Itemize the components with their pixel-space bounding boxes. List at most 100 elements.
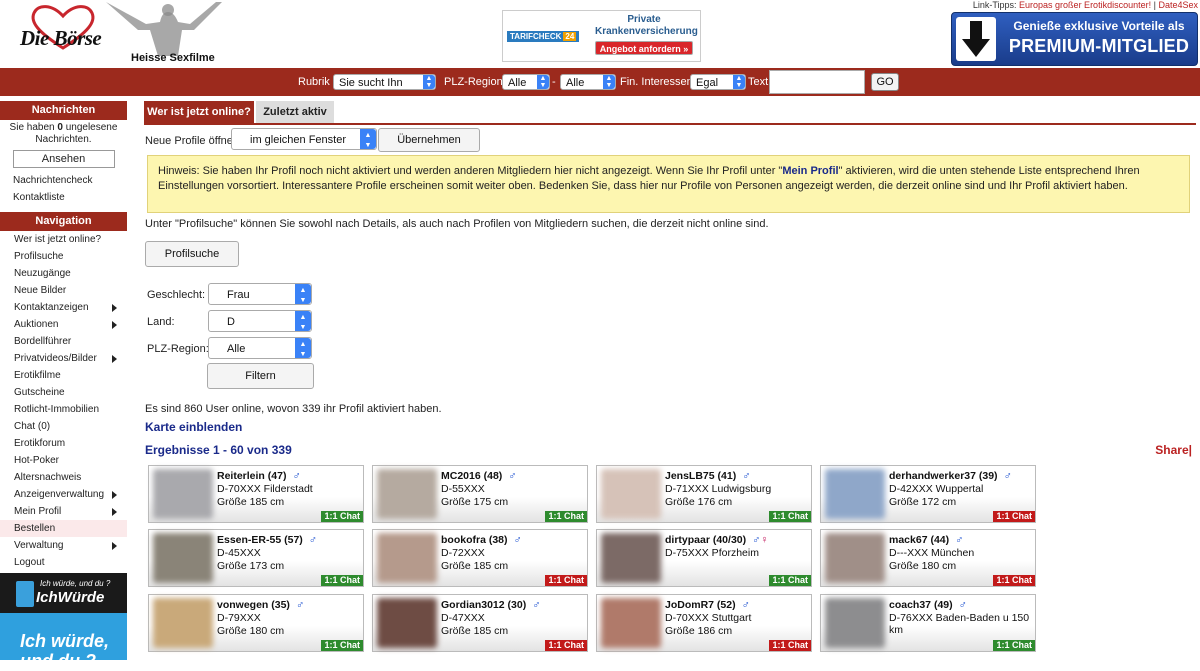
sidebar-item[interactable]: Kontaktanzeigen (0, 299, 127, 316)
site-logo[interactable]: Die Börse (18, 4, 108, 62)
profile-card[interactable]: MC2016 (48) ♂ D-55XXX Größe 175 cm 1:1 Chat (372, 465, 588, 523)
profile-card[interactable]: bookofra (38) ♂ D-72XXX Größe 185 cm 1:1 Cha… (372, 529, 588, 587)
link-tip-date4sex[interactable]: Date4Sex (1158, 0, 1198, 10)
profile-card[interactable]: dirtypaar (40/30) ♂♀ D-75XXX Pforzheim 1:1 … (596, 529, 812, 587)
premium-membership-banner[interactable]: Genieße exklusive Vorteile als PREMIUM-M… (951, 12, 1198, 66)
chat-button[interactable]: 1:1 Chat (321, 511, 363, 522)
plz-from-select[interactable]: Alle ▲ ▼ (502, 74, 550, 90)
profile-name[interactable]: JensLB75 (41) ♂ (665, 470, 750, 482)
profile-photo[interactable] (825, 469, 885, 519)
chat-button[interactable]: 1:1 Chat (993, 575, 1035, 586)
profile-card[interactable]: derhandwerker37 (39) ♂ D-42XXX Wuppertal Gr… (820, 465, 1036, 523)
sidebar-item[interactable]: Auktionen (0, 316, 127, 333)
chat-button[interactable]: 1:1 Chat (769, 640, 811, 651)
profile-photo[interactable] (601, 469, 661, 519)
go-button[interactable]: GO (871, 73, 899, 91)
ichwuerde-banner[interactable]: Ich würde, und du ? IchWürde (0, 573, 127, 613)
profile-card[interactable]: mack67 (44) ♂ D---XXX München Größe 180 cm 1… (820, 529, 1036, 587)
sidebar-item[interactable]: Logout (0, 554, 127, 571)
profile-name[interactable]: vonwegen (35) ♂ (217, 599, 304, 611)
profile-card[interactable]: vonwegen (35) ♂ D-79XXX Größe 180 cm 1:1 Cha… (148, 594, 364, 652)
chat-button[interactable]: 1:1 Chat (769, 575, 811, 586)
sidebar-item[interactable]: Erotikfilme (0, 367, 127, 384)
sidebar-item[interactable]: Privatvideos/Bilder (0, 350, 127, 367)
profile-photo[interactable] (153, 469, 213, 519)
profile-name[interactable]: Essen-ER-55 (57) ♂ (217, 534, 317, 546)
sidebar-item[interactable]: Bestellen (0, 520, 127, 537)
my-profile-link[interactable]: Mein Profil (782, 165, 838, 177)
chat-button[interactable]: 1:1 Chat (993, 511, 1035, 522)
share-link[interactable]: Share| (1155, 443, 1192, 457)
sidebar-item[interactable]: Anzeigenverwaltung (0, 486, 127, 503)
apply-button[interactable]: Übernehmen (378, 128, 480, 152)
plz-to-select[interactable]: Alle ▲ ▼ (560, 74, 616, 90)
country-select[interactable]: D ▲ ▼ (208, 310, 312, 332)
sidebar-item[interactable]: Wer ist jetzt online? (0, 231, 127, 248)
profile-name[interactable]: coach37 (49) ♂ (889, 599, 967, 611)
profile-card[interactable]: JoDomR7 (52) ♂ D-70XXX Stuttgart Größe 186 … (596, 594, 812, 652)
tab-recently-active[interactable]: Zuletzt aktiv (256, 101, 334, 123)
messages-link[interactable]: Nachrichtencheck (0, 172, 127, 189)
profile-name[interactable]: bookofra (38) ♂ (441, 534, 522, 546)
chat-button[interactable]: 1:1 Chat (321, 575, 363, 586)
sidebar-item[interactable]: Bordellführer (0, 333, 127, 350)
profile-name[interactable]: mack67 (44) ♂ (889, 534, 963, 546)
profile-name[interactable]: MC2016 (48) ♂ (441, 470, 517, 482)
text-search-input[interactable] (769, 70, 865, 94)
chat-button[interactable]: 1:1 Chat (545, 511, 587, 522)
profile-search-button[interactable]: Profilsuche (145, 241, 239, 267)
link-tip-discounter[interactable]: Europas großer Erotikdiscounter! (1019, 0, 1151, 10)
sidebar-item[interactable]: Profilsuche (0, 248, 127, 265)
profile-card[interactable]: Reiterlein (47) ♂ D-70XXX Filderstadt Größe… (148, 465, 364, 523)
profile-photo[interactable] (601, 533, 661, 583)
plz-filter-select[interactable]: Alle ▲ ▼ (208, 337, 312, 359)
profile-photo[interactable] (377, 598, 437, 648)
sidebar-item[interactable]: Altersnachweis (0, 469, 127, 486)
profile-name[interactable]: JoDomR7 (52) ♂ (665, 599, 750, 611)
ad-brand: TARIFCHECK 24 (507, 31, 580, 42)
tab-online-now[interactable]: Wer ist jetzt online? (144, 101, 254, 123)
results-count: Ergebnisse 1 - 60 von 339 (145, 443, 292, 457)
messages-link[interactable]: Kontaktliste (0, 189, 127, 206)
sidebar-item[interactable]: Rotlicht-Immobilien (0, 401, 127, 418)
profile-name[interactable]: Gordian3012 (30) ♂ (441, 599, 540, 611)
sidebar-item[interactable]: Hot-Poker (0, 452, 127, 469)
sidebar-item[interactable]: Gutscheine (0, 384, 127, 401)
profile-photo[interactable] (601, 598, 661, 648)
fin-interests-select[interactable]: Egal ▲ ▼ (690, 74, 746, 90)
link-tips-label: Link-Tipps: (972, 0, 1017, 10)
insurance-ad-banner[interactable]: TARIFCHECK 24 Private Krankenversicherung… (502, 10, 701, 62)
profile-card[interactable]: JensLB75 (41) ♂ D-71XXX Ludwigsburg Größe 1… (596, 465, 812, 523)
sidebar-item[interactable]: Neuzugänge (0, 265, 127, 282)
profile-name[interactable]: dirtypaar (40/30) ♂♀ (665, 534, 769, 546)
profile-card[interactable]: Essen-ER-55 (57) ♂ D-45XXX Größe 173 cm 1:1 … (148, 529, 364, 587)
sidebar-item[interactable]: Mein Profil (0, 503, 127, 520)
profile-photo[interactable] (825, 598, 885, 648)
profile-photo[interactable] (153, 598, 213, 648)
sidebar-item[interactable]: Neue Bilder (0, 282, 127, 299)
view-messages-button[interactable]: Ansehen (12, 150, 115, 168)
rubrik-select[interactable]: Sie sucht Ihn ▲ ▼ (333, 74, 436, 90)
profile-photo[interactable] (377, 533, 437, 583)
profile-name[interactable]: derhandwerker37 (39) ♂ (889, 470, 1012, 482)
sidebar-item[interactable]: Verwaltung (0, 537, 127, 554)
profile-card[interactable]: coach37 (49) ♂ D-76XXX Baden-Baden u 150 k… (820, 594, 1036, 652)
gender-select[interactable]: Frau ▲ ▼ (208, 283, 312, 305)
filter-button[interactable]: Filtern (207, 363, 314, 389)
open-profiles-select[interactable]: im gleichen Fenster ▲ ▼ (231, 128, 377, 150)
profile-photo[interactable] (153, 533, 213, 583)
chat-button[interactable]: 1:1 Chat (545, 640, 587, 651)
sidebar-item[interactable]: Erotikforum (0, 435, 127, 452)
ad-cta-button[interactable]: Angebot anfordern » (595, 41, 693, 55)
chat-button[interactable]: 1:1 Chat (321, 640, 363, 651)
chat-button[interactable]: 1:1 Chat (545, 575, 587, 586)
profile-photo[interactable] (377, 469, 437, 519)
profile-photo[interactable] (825, 533, 885, 583)
chat-button[interactable]: 1:1 Chat (993, 640, 1035, 651)
chat-button[interactable]: 1:1 Chat (769, 511, 811, 522)
profile-card[interactable]: Gordian3012 (30) ♂ D-47XXX Größe 185 cm 1:1 … (372, 594, 588, 652)
ichwuerde-banner-large[interactable]: Ich würde, und du ? (0, 613, 127, 671)
sidebar-item[interactable]: Chat (0) (0, 418, 127, 435)
show-map-link[interactable]: Karte einblenden (145, 420, 242, 434)
profile-name[interactable]: Reiterlein (47) ♂ (217, 470, 301, 482)
